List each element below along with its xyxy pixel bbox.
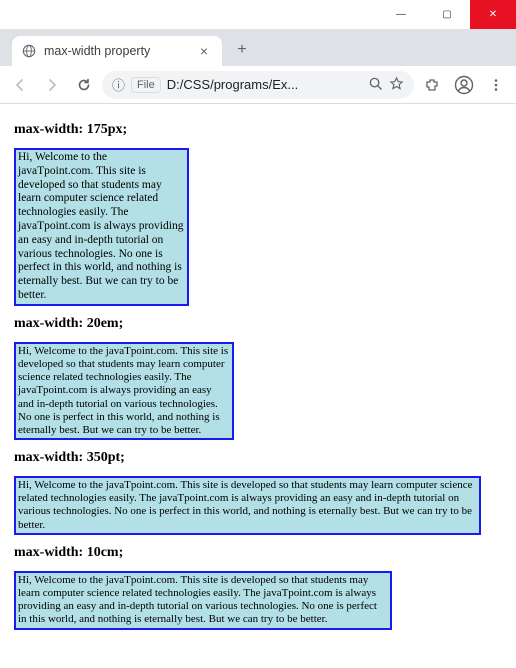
profile-button[interactable] [450,71,478,99]
star-icon[interactable] [389,76,404,94]
browser-toolbar: ⓘ File D:/CSS/programs/Ex... [0,66,516,104]
titlebar-spacer [0,0,378,29]
globe-icon [22,44,36,58]
box-20em: Hi, Welcome to the javaTpoint.com. This … [14,342,234,440]
menu-button[interactable] [482,71,510,99]
back-button[interactable] [6,71,34,99]
url-path: D:/CSS/programs/Ex... [167,77,362,92]
window-maximize-button[interactable]: ▢ [424,0,470,29]
box-350pt: Hi, Welcome to the javaTpoint.com. This … [14,476,481,535]
tab-strip: max-width property × + [0,30,516,66]
page-content: max-width: 175px; Hi, Welcome to the jav… [0,104,516,668]
window-titlebar: — ▢ ✕ [0,0,516,30]
reload-button[interactable] [70,71,98,99]
heading-20em: max-width: 20em; [14,316,502,332]
heading-350pt: max-width: 350pt; [14,450,502,466]
extensions-button[interactable] [418,71,446,99]
forward-button[interactable] [38,71,66,99]
tab-title: max-width property [44,44,188,58]
window-minimize-button[interactable]: — [378,0,424,29]
address-bar[interactable]: ⓘ File D:/CSS/programs/Ex... [102,71,414,99]
new-tab-button[interactable]: + [228,36,256,64]
heading-175px: max-width: 175px; [14,122,502,138]
zoom-icon[interactable] [368,76,383,94]
heading-10cm: max-width: 10cm; [14,545,502,561]
window-close-button[interactable]: ✕ [470,0,516,29]
site-info-icon[interactable]: ⓘ [112,75,125,94]
file-scheme-badge: File [131,77,161,93]
box-175px: Hi, Welcome to the javaTpoint.com. This … [14,148,189,306]
tab-close-button[interactable]: × [196,43,212,59]
box-10cm: Hi, Welcome to the javaTpoint.com. This … [14,571,392,630]
browser-tab[interactable]: max-width property × [12,36,222,66]
